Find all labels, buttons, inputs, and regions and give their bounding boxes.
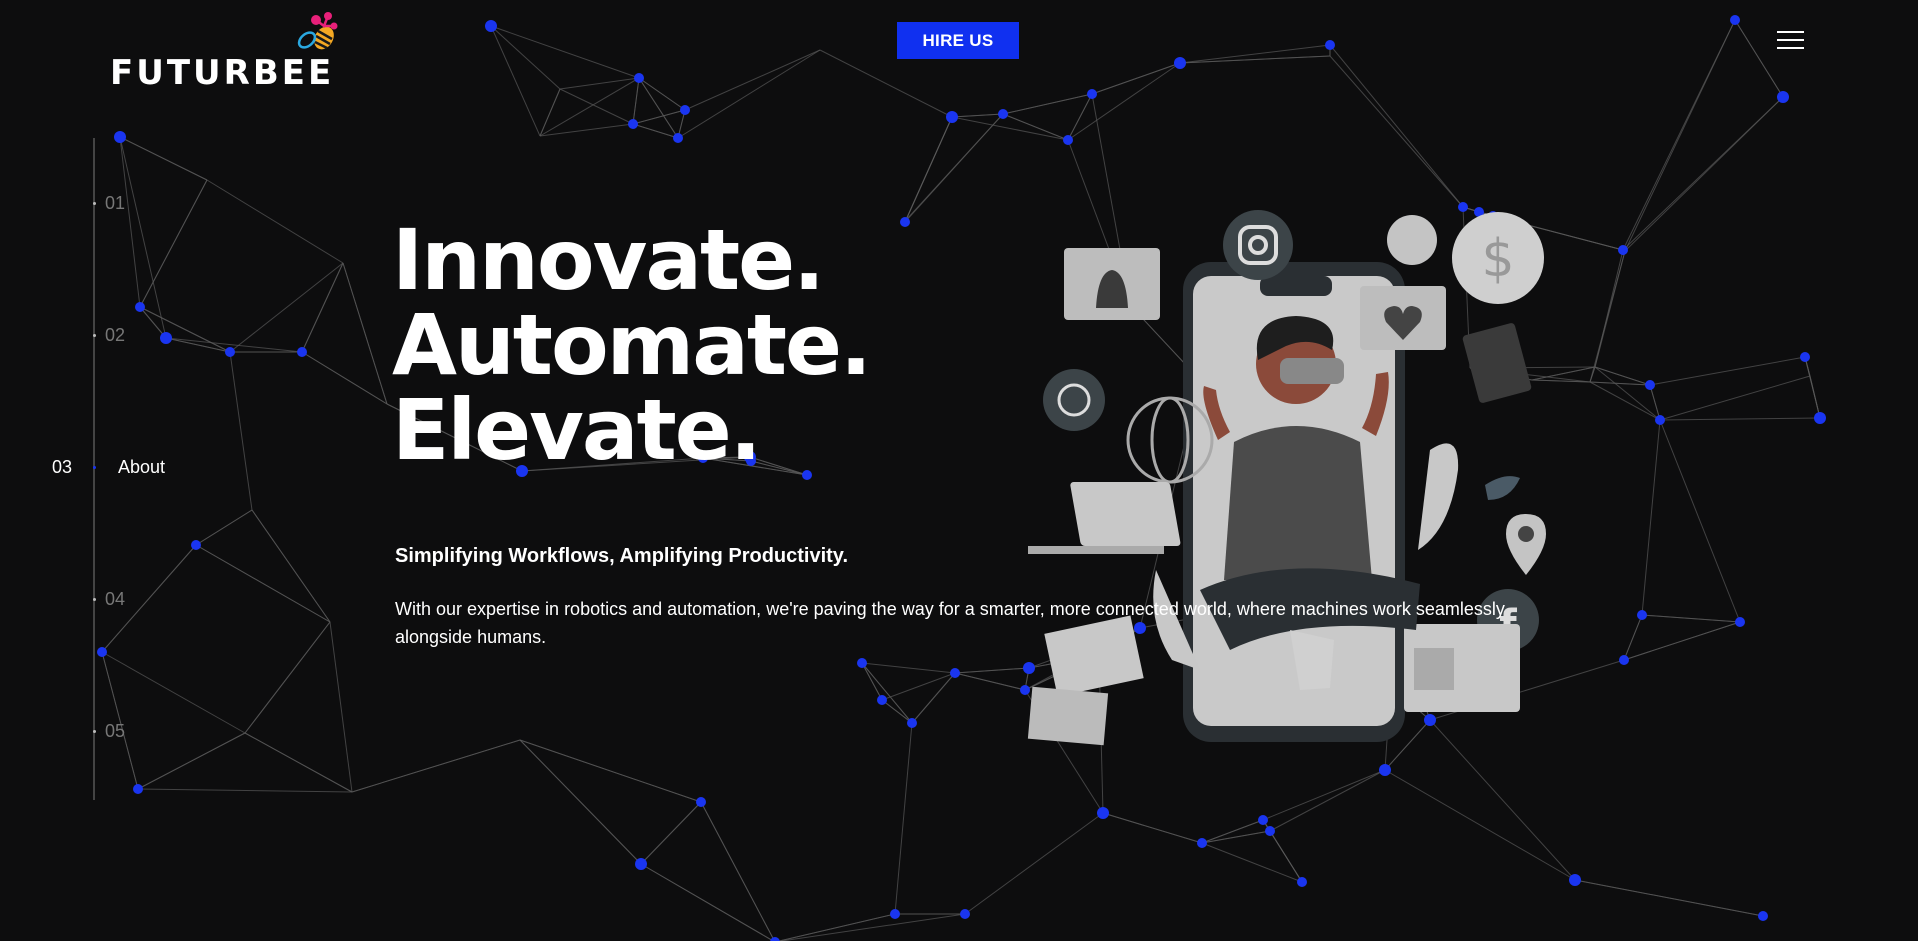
laptop-icon (1028, 482, 1181, 554)
network-node (114, 131, 126, 143)
network-node (191, 540, 201, 550)
hire-us-button[interactable]: HIRE US (897, 22, 1019, 59)
document-icon (1462, 323, 1532, 403)
network-node (890, 909, 900, 919)
hero-headline: Innovate. Automate. Elevate. (392, 211, 872, 479)
network-node (1645, 380, 1655, 390)
network-node (770, 937, 780, 941)
headline-line-2: Automate. (392, 296, 872, 394)
heart-icon (1360, 286, 1446, 350)
network-node (628, 119, 638, 129)
network-node (297, 347, 307, 357)
network-node (634, 73, 644, 83)
network-node (1619, 655, 1629, 665)
side-nav-number: 04 (105, 589, 126, 609)
brand-name: FUTURBEE (110, 53, 335, 93)
vr-phone-illustration: $ f (1027, 210, 1546, 746)
headline-line-3: Elevate. (392, 381, 762, 479)
network-nodes (97, 15, 1826, 941)
network-node (680, 105, 690, 115)
network-node (857, 658, 867, 668)
network-node (907, 718, 917, 728)
headline-line-1: Innovate. (392, 211, 825, 309)
network-node (1655, 415, 1665, 425)
side-nav-rail (93, 138, 95, 800)
bee-icon (297, 12, 338, 50)
hero-tagline: Simplifying Workflows, Amplifying Produc… (395, 545, 848, 567)
side-nav-number: 02 (105, 325, 126, 345)
network-node (160, 332, 172, 344)
bell-icon (1064, 248, 1160, 320)
network-node (696, 797, 706, 807)
network-node (1258, 815, 1268, 825)
network-node (1637, 610, 1647, 620)
hero-description: With our expertise in robotics and autom… (395, 599, 1505, 647)
network-node (1197, 838, 1207, 848)
whatsapp-icon (1043, 369, 1105, 431)
network-node (1569, 874, 1581, 886)
network-node (998, 109, 1008, 119)
location-pin-icon (1506, 514, 1546, 575)
logo[interactable]: FUTURBEE (108, 6, 338, 90)
side-nav-number: 05 (105, 721, 126, 741)
network-node (1814, 412, 1826, 424)
network-node (135, 302, 145, 312)
network-background (97, 15, 1826, 941)
network-node (1265, 826, 1275, 836)
twitter-icon (1485, 476, 1520, 500)
network-node (1758, 911, 1768, 921)
network-node (97, 647, 107, 657)
network-node (1800, 352, 1810, 362)
network-node (673, 133, 683, 143)
side-nav-number: 03 (52, 457, 73, 477)
network-node (1777, 91, 1789, 103)
network-node (1379, 764, 1391, 776)
network-node (950, 668, 960, 678)
network-node (1174, 57, 1186, 69)
instagram-icon (1223, 210, 1293, 280)
network-node (1297, 877, 1307, 887)
network-node (1618, 245, 1628, 255)
network-node (485, 20, 497, 32)
network-node (946, 111, 958, 123)
network-node (1097, 807, 1109, 819)
network-node (225, 347, 235, 357)
network-node (133, 784, 143, 794)
network-node (1087, 89, 1097, 99)
svg-text:$: $ (1481, 229, 1514, 289)
network-node (877, 695, 887, 705)
network-node (1730, 15, 1740, 25)
hamburger-menu-icon[interactable] (1774, 28, 1806, 54)
network-node (635, 858, 647, 870)
side-nav-number: 01 (105, 193, 126, 213)
network-lines (101, 19, 1821, 941)
network-node (1325, 40, 1335, 50)
network-node (900, 217, 910, 227)
network-node (1063, 135, 1073, 145)
network-node (960, 909, 970, 919)
network-node (1735, 617, 1745, 627)
side-nav-label: About (118, 457, 166, 477)
